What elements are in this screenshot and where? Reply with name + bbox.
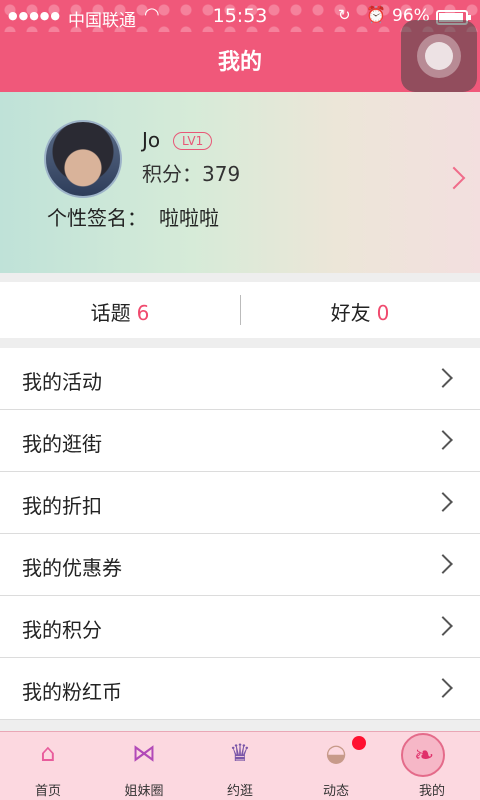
- chevron-right-icon: [433, 368, 453, 388]
- menu-item-label: 我的粉红币: [22, 680, 122, 704]
- menu-item-discounts[interactable]: 我的折扣: [0, 472, 480, 534]
- menu-item-label: 我的折扣: [22, 494, 102, 518]
- chevron-right-icon: [433, 554, 453, 574]
- topics-stat[interactable]: 话题 6: [0, 297, 240, 326]
- signature-label: 个性签名：: [47, 206, 147, 230]
- shopper-icon: ♛: [229, 739, 251, 767]
- notification-badge: [352, 736, 366, 750]
- bow-icon: ⋈: [132, 739, 156, 767]
- chevron-right-icon: [433, 678, 453, 698]
- menu-item-activities[interactable]: 我的活动: [0, 348, 480, 410]
- chevron-right-icon[interactable]: [442, 166, 466, 190]
- tab-bar: ⌂ 首页 ⋈ 姐妹圈 ♛ 约逛 ◒ 动态 ❧ 我的: [0, 731, 480, 800]
- menu-item-label: 我的活动: [22, 370, 102, 394]
- tab-mine[interactable]: ❧ 我的: [384, 732, 480, 800]
- alarm-icon: ⏰: [366, 5, 386, 24]
- tab-label: 姐妹圈: [124, 784, 164, 799]
- menu-item-shopping[interactable]: 我的逛街: [0, 410, 480, 472]
- points-value: 379: [202, 162, 241, 186]
- stats-bar: 话题 6 好友 0: [0, 282, 480, 338]
- menu-list: 我的活动 我的逛街 我的折扣 我的优惠券 我的积分 我的粉红币: [0, 348, 480, 720]
- signature-value: 啦啦啦: [159, 206, 219, 230]
- menu-item-pink-coins[interactable]: 我的粉红币: [0, 658, 480, 720]
- signature-row: 个性签名： 啦啦啦: [47, 202, 219, 231]
- friends-count: 0: [376, 301, 390, 325]
- profile-card[interactable]: Jo LV1 积分：379 个性签名： 啦啦啦: [0, 92, 480, 273]
- topics-label: 话题: [90, 301, 131, 325]
- chevron-right-icon: [433, 430, 453, 450]
- tab-label: 约逛: [226, 784, 253, 799]
- tab-label: 首页: [34, 784, 61, 799]
- tab-label: 我的: [418, 784, 445, 799]
- tab-label: 动态: [322, 784, 349, 799]
- tab-shop-together[interactable]: ♛ 约逛: [192, 732, 288, 800]
- assistive-touch-button[interactable]: [401, 20, 477, 92]
- points-row: 积分：379: [142, 158, 240, 187]
- rotation-lock-icon: ↻: [338, 6, 351, 24]
- menu-item-points[interactable]: 我的积分: [0, 596, 480, 658]
- menu-item-label: 我的积分: [22, 618, 102, 642]
- chevron-right-icon: [433, 616, 453, 636]
- compact-icon: ◒: [325, 739, 347, 767]
- house-icon: ⌂: [40, 739, 56, 767]
- level-badge: LV1: [173, 132, 213, 150]
- friends-stat[interactable]: 好友 0: [240, 297, 480, 326]
- heel-icon: ❧: [413, 741, 435, 769]
- menu-item-label: 我的优惠券: [22, 556, 122, 580]
- menu-item-coupons[interactable]: 我的优惠券: [0, 534, 480, 596]
- points-label: 积分：: [142, 162, 202, 186]
- user-name: Jo: [142, 128, 161, 152]
- chevron-right-icon: [433, 492, 453, 512]
- topics-count: 6: [136, 301, 150, 325]
- tab-home[interactable]: ⌂ 首页: [0, 732, 96, 800]
- tab-feed[interactable]: ◒ 动态: [288, 732, 384, 800]
- friends-label: 好友: [330, 301, 371, 325]
- avatar[interactable]: [44, 120, 122, 198]
- menu-item-label: 我的逛街: [22, 432, 102, 456]
- tab-sisters[interactable]: ⋈ 姐妹圈: [96, 732, 192, 800]
